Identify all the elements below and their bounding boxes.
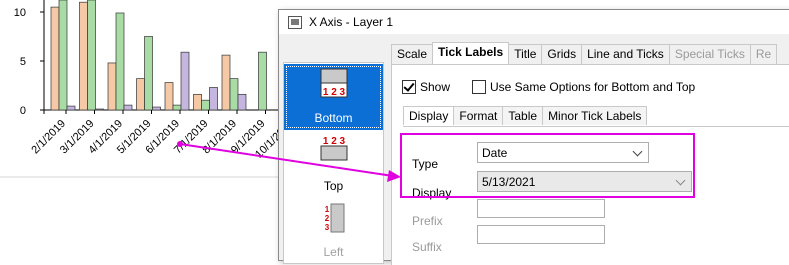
window-icon: [288, 16, 302, 29]
dialog-title: X Axis - Layer 1: [309, 15, 394, 29]
subtab-minor-tick-labels[interactable]: Minor Tick Labels: [542, 106, 648, 125]
main-tab-strip: Scale Tick Labels Title Grids Line and Ticks…: [391, 42, 778, 64]
same-options-checkbox[interactable]: Use Same Options for Bottom and Top: [472, 79, 695, 95]
top-axis-icon: 1 2 3: [320, 136, 348, 161]
bar-orange: [136, 78, 145, 111]
bar-orange: [164, 82, 174, 111]
bar-purple: [123, 104, 133, 111]
bar-orange: [79, 1, 88, 111]
y-tick-label: 5: [20, 56, 26, 68]
tab-tick-labels[interactable]: Tick Labels: [432, 42, 510, 64]
y-tick-label: 0: [20, 105, 26, 117]
bottom-icon-glyph: 1 2 3: [323, 87, 346, 98]
bar-green: [201, 99, 210, 111]
top-icon-glyph: 1 2 3: [323, 136, 346, 147]
show-checkbox-label: Show: [420, 80, 451, 94]
bar-green: [258, 51, 267, 111]
bottom-axis-icon: 1 2 3: [320, 68, 348, 98]
left-axis-icon: 1 2 3: [325, 203, 345, 233]
suffix-input[interactable]: [477, 225, 605, 244]
bar-green: [87, 0, 96, 111]
bar-green: [172, 104, 182, 111]
side-item-top[interactable]: 1 2 3 Top: [284, 132, 383, 198]
prefix-input[interactable]: [477, 199, 605, 218]
tab-line-and-ticks[interactable]: Line and Ticks: [581, 44, 670, 64]
sub-tab-divider: [403, 126, 789, 127]
same-options-checkbox-box[interactable]: [472, 80, 486, 94]
chevron-down-icon: [675, 175, 686, 186]
type-dropdown-value: Date: [482, 146, 508, 160]
chevron-down-icon: [632, 146, 643, 157]
title-bar[interactable]: X Axis - Layer 1: [279, 10, 789, 34]
bar-orange: [50, 6, 60, 111]
svg-text:2: 2: [325, 214, 330, 223]
bar-orange: [193, 93, 202, 111]
bar-purple: [66, 105, 76, 111]
side-item-bottom[interactable]: 1 2 3 Bottom: [284, 64, 383, 130]
side-item-left-label: Left: [323, 245, 344, 259]
subtab-display[interactable]: Display: [403, 106, 455, 125]
subtab-table[interactable]: Table: [502, 106, 544, 125]
side-item-bottom-label: Bottom: [314, 111, 353, 125]
bar-green: [229, 78, 239, 111]
show-checkbox[interactable]: Show: [402, 79, 450, 95]
tab-scale[interactable]: Scale: [391, 44, 434, 64]
tab-reference-lines[interactable]: Re: [749, 44, 778, 64]
bar-purple: [237, 93, 247, 111]
y-tick-label: 10: [14, 7, 26, 19]
bar-purple: [152, 106, 161, 111]
bar-orange: [221, 54, 231, 111]
display-label: Display: [412, 186, 452, 200]
bar-orange: [107, 62, 117, 111]
x-axis-dialog: X Axis - Layer 1 1 2 3 Bottom 1 2 3 Top …: [278, 9, 789, 265]
side-item-top-label: Top: [323, 179, 344, 193]
bar-purple: [180, 51, 190, 111]
suffix-label: Suffix: [412, 240, 442, 254]
subtab-format[interactable]: Format: [453, 106, 504, 125]
display-dropdown[interactable]: 5/13/2021: [477, 171, 692, 192]
display-dropdown-value: 5/13/2021: [482, 175, 536, 189]
show-checkbox-box[interactable]: [402, 80, 416, 94]
side-item-left[interactable]: 1 2 3 Left: [284, 198, 383, 264]
bar-green: [58, 0, 68, 111]
bar-green: [144, 36, 153, 111]
tab-title[interactable]: Title: [508, 44, 543, 64]
same-options-checkbox-label: Use Same Options for Bottom and Top: [490, 80, 696, 94]
tab-grids[interactable]: Grids: [541, 44, 583, 64]
bar-purple: [95, 108, 104, 111]
type-label: Type: [412, 157, 439, 171]
bar-purple: [209, 87, 218, 111]
axis-side-list: 1 2 3 Bottom 1 2 3 Top 1 2 3 Left: [283, 62, 384, 264]
svg-text:3: 3: [325, 223, 330, 232]
sub-tab-strip: Display Format Table Minor Tick Labels: [403, 106, 648, 125]
bar-green: [115, 12, 125, 111]
svg-text:1: 1: [325, 205, 330, 214]
type-dropdown[interactable]: Date: [477, 142, 649, 163]
tab-special-ticks[interactable]: Special Ticks: [668, 44, 751, 64]
prefix-label: Prefix: [412, 214, 443, 228]
